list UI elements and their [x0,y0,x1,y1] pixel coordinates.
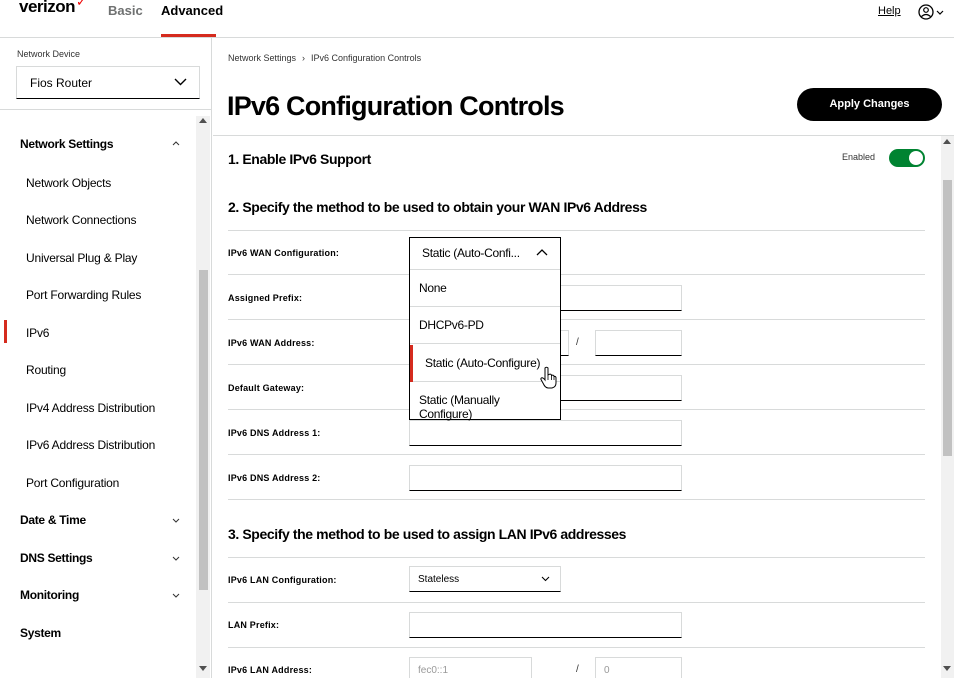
dns2-input[interactable] [409,465,682,491]
user-menu-button[interactable] [918,3,946,21]
sidebar-item-network-connections[interactable]: Network Connections [26,213,136,227]
sidebar-item-network-objects[interactable]: Network Objects [26,176,111,190]
lan-config-label: IPv6 LAN Configuration: [228,575,337,585]
sidebar-section-network-settings[interactable]: Network Settings [20,137,114,151]
sidebar-section-date-time[interactable]: Date & Time [20,513,86,527]
network-device-select[interactable]: Fios Router [16,66,200,99]
network-device-label: Network Device [17,49,81,59]
divider [228,602,925,603]
section-lan-title: 3. Specify the method to be used to assi… [228,526,627,542]
help-link[interactable]: Help [878,5,901,17]
sidebar-scroll-thumb[interactable] [199,270,208,590]
enable-ipv6-toggle[interactable] [889,149,925,167]
divider [228,319,925,320]
page-title: IPv6 Configuration Controls [227,91,565,121]
lan-prefix-input[interactable] [409,612,682,638]
dns1-input[interactable] [409,420,682,446]
lan-config-select[interactable]: Stateless [409,566,561,592]
toggle-state-label: Enabled [842,152,876,162]
user-icon [918,4,944,20]
dns1-label: IPv6 DNS Address 1: [228,428,321,438]
wan-address-slash: / [576,337,579,348]
lan-address-input[interactable]: fec0::1 [409,657,532,678]
dropdown-option-dhcpv6-pd[interactable]: DHCPv6-PD [410,307,560,344]
breadcrumb-network-settings[interactable]: Network Settings [228,53,296,63]
main-panel: Network Settings › IPv6 Configuration Cont… [213,38,954,678]
assigned-prefix-label: Assigned Prefix: [228,293,303,303]
sidebar-item-ipv4-distribution[interactable]: IPv4 Address Distribution [26,401,155,415]
chevron-up-icon [536,249,548,256]
verizon-logo[interactable]: verizon✓ [19,0,87,17]
scroll-up-arrow-icon[interactable] [199,118,207,123]
sidebar-divider [0,109,211,110]
sidebar-section-monitoring[interactable]: Monitoring [20,588,79,602]
lan-prefix-length-input[interactable]: 0 [595,657,682,678]
dns2-label: IPv6 DNS Address 2: [228,473,321,483]
chevron-down-icon[interactable] [172,593,180,598]
scroll-up-arrow-icon[interactable] [943,139,951,144]
wan-config-select[interactable]: Static (Auto-Confi... [410,238,560,270]
lan-address-slash: / [576,664,579,675]
divider [228,274,925,275]
divider [228,454,925,455]
sidebar-item-ipv6[interactable]: IPv6 [26,326,49,340]
wan-address-label: IPv6 WAN Address: [228,338,315,348]
sidebar-section-dns-settings[interactable]: DNS Settings [20,551,93,565]
sidebar-item-routing[interactable]: Routing [26,363,66,377]
lan-address-label: IPv6 LAN Address: [228,665,313,675]
divider [228,499,925,500]
scroll-down-arrow-icon[interactable] [199,666,207,671]
divider [228,230,925,231]
breadcrumb-chevron-icon: › [302,53,306,63]
divider [228,557,925,558]
divider [228,364,925,365]
wan-config-dropdown[interactable]: Static (Auto-Confi... None DHCPv6-PD Sta… [409,237,561,421]
check-mark-icon: ✓ [76,0,87,9]
chevron-down-icon [541,576,550,582]
scroll-down-arrow-icon[interactable] [943,666,951,671]
chevron-down-icon[interactable] [172,518,180,523]
chevron-down-icon [936,10,944,15]
chevron-up-icon[interactable] [172,141,180,146]
default-gateway-label: Default Gateway: [228,383,305,393]
sidebar-item-port-configuration[interactable]: Port Configuration [26,476,119,490]
breadcrumb: Network Settings › IPv6 Configuration Cont… [228,53,421,63]
settings-content: 1. Enable IPv6 Support Enabled 2. Specif… [213,136,940,678]
apply-changes-button[interactable]: Apply Changes [797,88,942,121]
dropdown-option-static-manual[interactable]: Static (Manually Configure) [410,382,560,421]
hand-cursor-icon [540,366,557,389]
dropdown-option-static-auto[interactable]: Static (Auto-Configure) [410,345,560,382]
section-enable-ipv6-title: 1. Enable IPv6 Support [228,151,371,167]
tab-basic[interactable]: Basic [108,3,143,18]
chevron-down-icon [174,78,187,86]
sidebar-item-upnp[interactable]: Universal Plug & Play [26,251,137,265]
breadcrumb-current: IPv6 Configuration Controls [311,53,422,63]
wan-config-label: IPv6 WAN Configuration: [228,248,340,258]
active-item-indicator [4,320,7,343]
main-scroll-thumb[interactable] [943,180,952,456]
sidebar-item-ipv6-distribution[interactable]: IPv6 Address Distribution [26,438,155,452]
sidebar-section-system[interactable]: System [20,626,61,640]
divider [228,647,925,648]
tab-advanced[interactable]: Advanced [161,3,223,18]
wan-prefix-length-input[interactable] [595,330,682,356]
sidebar-item-port-forwarding[interactable]: Port Forwarding Rules [26,288,141,302]
chevron-down-icon[interactable] [172,556,180,561]
section-wan-title: 2. Specify the method to be used to obta… [228,199,647,215]
dropdown-option-none[interactable]: None [410,270,560,307]
lan-prefix-label: LAN Prefix: [228,620,280,630]
top-bar: verizon✓ Basic Advanced Help [0,0,954,38]
sidebar: Network Device Fios Router Network Setti… [0,38,212,678]
active-tab-indicator [161,34,216,37]
divider [228,409,925,410]
